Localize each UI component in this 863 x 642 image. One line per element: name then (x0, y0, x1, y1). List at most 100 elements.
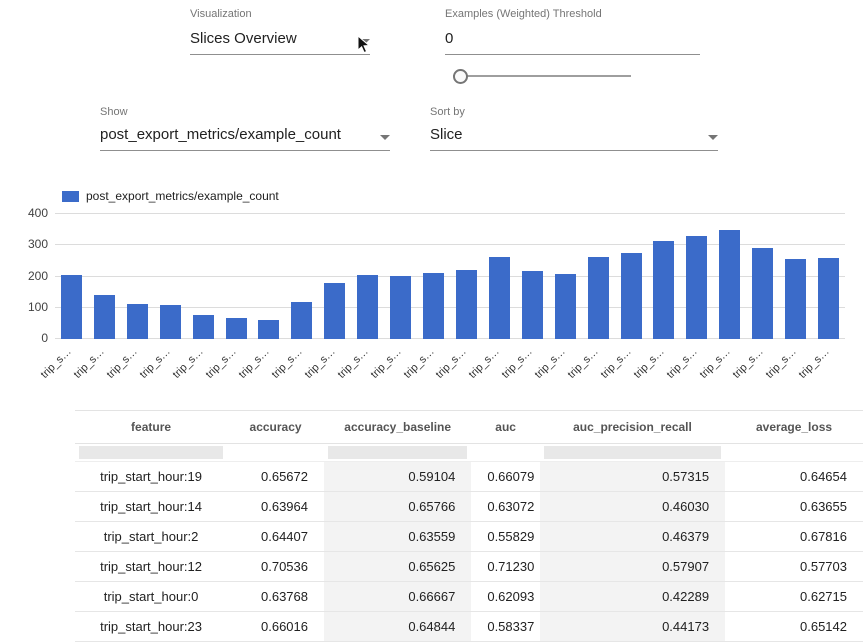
bar[interactable] (719, 230, 740, 339)
column-header[interactable]: auc (471, 411, 540, 444)
column-filter-input[interactable] (544, 446, 721, 459)
feature-cell: trip_start_hour:0 (75, 582, 227, 612)
metric-cell: 0.71230 (471, 552, 540, 582)
y-tick-label: 300 (0, 237, 48, 251)
mouse-cursor-icon (357, 35, 371, 55)
metric-cell: 0.66016 (227, 612, 324, 642)
bar[interactable] (61, 275, 82, 339)
metrics-table: featureaccuracyaccuracy_baselineaucauc_p… (75, 410, 863, 642)
bar[interactable] (258, 320, 279, 339)
column-filter-input[interactable] (328, 446, 467, 459)
feature-cell: trip_start_hour:2 (75, 522, 227, 552)
bar[interactable] (621, 253, 642, 339)
column-header[interactable]: accuracy_baseline (324, 411, 471, 444)
table-row: trip_start_hour:190.656720.591040.660790… (75, 462, 863, 492)
metric-cell: 0.42289 (540, 582, 725, 612)
column-header[interactable]: average_loss (725, 411, 863, 444)
metric-cell: 0.64407 (227, 522, 324, 552)
bar[interactable] (588, 257, 609, 339)
bar[interactable] (489, 257, 510, 340)
x-axis-label-text: trip_s… (763, 346, 798, 381)
visualization-dropdown[interactable]: Slices Overview (190, 30, 370, 55)
bar[interactable] (686, 236, 707, 339)
table-row: trip_start_hour:230.660160.648440.583370… (75, 612, 863, 642)
y-tick-label: 100 (0, 300, 48, 314)
slider-track[interactable] (453, 75, 631, 77)
bar[interactable] (226, 318, 247, 339)
filter-cell (75, 444, 227, 462)
show-metric-dropdown[interactable]: post_export_metrics/example_count (100, 126, 390, 151)
bar[interactable] (555, 274, 576, 339)
column-filter-input[interactable] (231, 446, 320, 459)
metric-cell: 0.65625 (324, 552, 471, 582)
show-metric-value: post_export_metrics/example_count (100, 126, 341, 143)
x-axis-label-text: trip_s… (796, 346, 831, 381)
x-axis-label-text: trip_s… (566, 346, 601, 381)
filter-cell (324, 444, 471, 462)
slider-knob[interactable] (453, 69, 468, 84)
bar[interactable] (522, 271, 543, 339)
metric-cell: 0.57703 (725, 552, 863, 582)
bar[interactable] (291, 302, 312, 339)
x-axis-label-text: trip_s… (368, 346, 403, 381)
feature-cell: trip_start_hour:23 (75, 612, 227, 642)
x-axis-label-text: trip_s… (599, 346, 634, 381)
sort-by-label: Sort by (430, 106, 465, 118)
feature-cell: trip_start_hour:12 (75, 552, 227, 582)
x-axis-label-text: trip_s… (467, 346, 502, 381)
metric-cell: 0.46030 (540, 492, 725, 522)
x-axis-label-text: trip_s… (434, 346, 469, 381)
table-row: trip_start_hour:120.705360.656250.712300… (75, 552, 863, 582)
metric-cell: 0.70536 (227, 552, 324, 582)
threshold-input[interactable]: 0 (445, 30, 700, 55)
bar[interactable] (160, 305, 181, 339)
table-body: trip_start_hour:190.656720.591040.660790… (75, 444, 863, 642)
column-header[interactable]: feature (75, 411, 227, 444)
sort-by-dropdown[interactable]: Slice (430, 126, 718, 151)
metric-cell: 0.62715 (725, 582, 863, 612)
y-tick-label: 0 (0, 331, 48, 345)
metric-cell: 0.44173 (540, 612, 725, 642)
metric-cell: 0.46379 (540, 522, 725, 552)
metric-cell: 0.57315 (540, 462, 725, 492)
column-filter-input[interactable] (79, 446, 223, 459)
x-axis-label-text: trip_s… (302, 346, 337, 381)
filter-cell (227, 444, 324, 462)
x-axis-label-text: trip_s… (171, 346, 206, 381)
metric-cell: 0.65672 (227, 462, 324, 492)
bar[interactable] (357, 275, 378, 339)
x-axis-labels: trip_s…trip_s…trip_s…trip_s…trip_s…trip_… (55, 339, 845, 385)
column-filter-input[interactable] (729, 446, 859, 459)
visualization-label: Visualization (190, 8, 252, 20)
column-filter-input[interactable] (475, 446, 536, 459)
bar[interactable] (752, 248, 773, 339)
table-header-row: featureaccuracyaccuracy_baselineaucauc_p… (75, 411, 863, 444)
threshold-slider[interactable] (453, 68, 631, 84)
x-axis-label-text: trip_s… (105, 346, 140, 381)
bar[interactable] (193, 315, 214, 339)
bar[interactable] (653, 241, 674, 339)
x-axis-label-text: trip_s… (697, 346, 732, 381)
bar[interactable] (390, 276, 411, 339)
feature-cell: trip_start_hour:19 (75, 462, 227, 492)
metric-cell: 0.62093 (471, 582, 540, 612)
bar[interactable] (423, 273, 444, 339)
bar[interactable] (324, 283, 345, 339)
metric-cell: 0.58337 (471, 612, 540, 642)
column-header[interactable]: accuracy (227, 411, 324, 444)
chevron-down-icon (380, 135, 390, 140)
metric-cell: 0.64654 (725, 462, 863, 492)
y-tick-label: 400 (0, 206, 48, 220)
filter-cell (725, 444, 863, 462)
bar[interactable] (94, 295, 115, 339)
bar[interactable] (785, 259, 806, 339)
metric-cell: 0.63559 (324, 522, 471, 552)
column-header[interactable]: auc_precision_recall (540, 411, 725, 444)
threshold-label: Examples (Weighted) Threshold (445, 8, 602, 20)
x-axis-label-text: trip_s… (39, 346, 74, 381)
bar[interactable] (456, 270, 477, 339)
metric-cell: 0.57907 (540, 552, 725, 582)
x-axis-label-text: trip_s… (335, 346, 370, 381)
bar[interactable] (127, 304, 148, 339)
bar[interactable] (818, 258, 839, 339)
